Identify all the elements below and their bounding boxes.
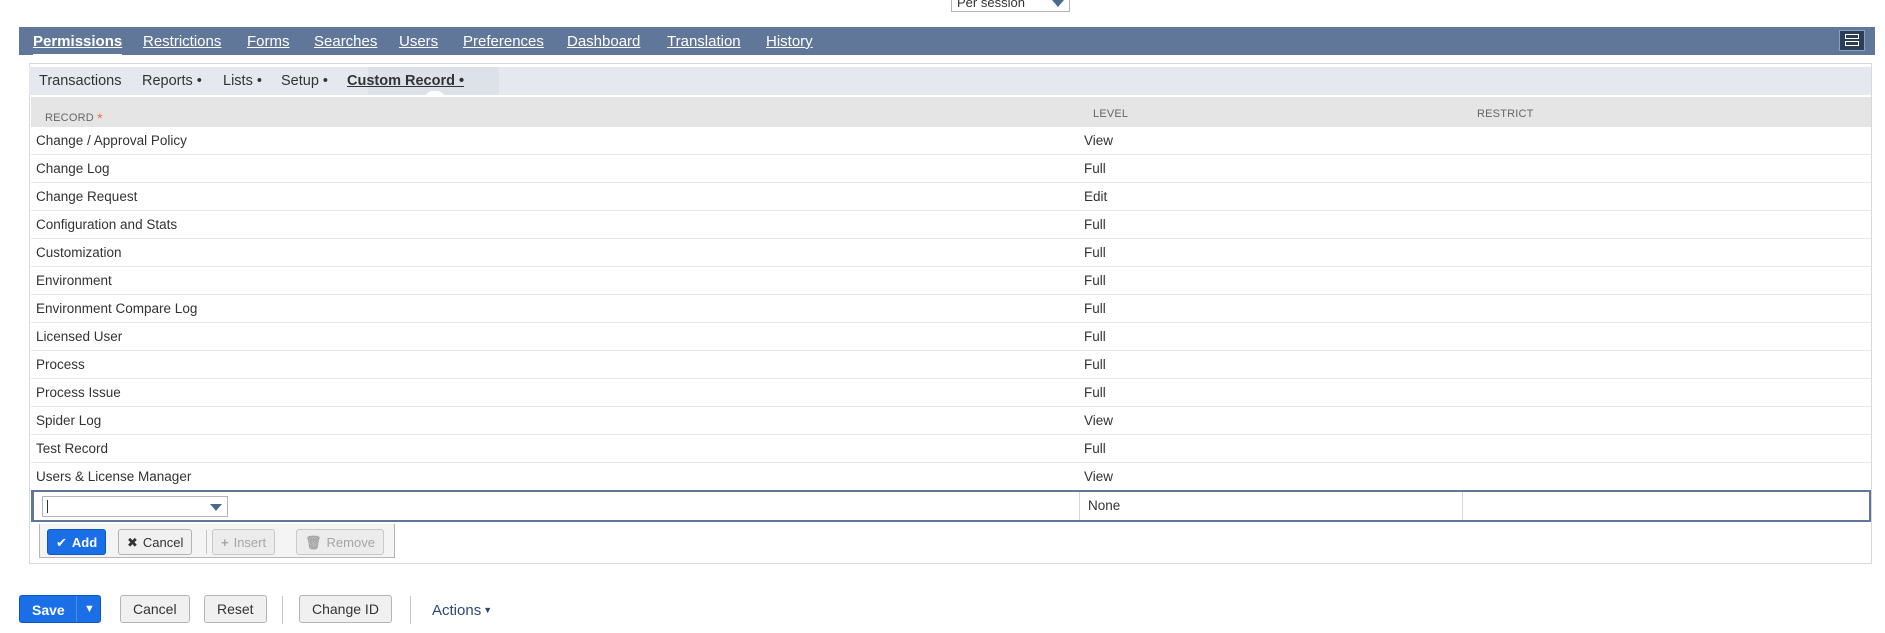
subtab-setup[interactable]: Setup • <box>281 73 328 89</box>
check-icon: ✔ <box>56 535 67 550</box>
button-divider <box>282 596 283 624</box>
table-row[interactable]: Users & License Manager View <box>31 463 1871 491</box>
insert-button[interactable]: + Insert <box>212 529 276 555</box>
record-cell: Customization <box>36 245 122 260</box>
new-line-edit-row: None <box>31 490 1871 522</box>
reset-button[interactable]: Reset <box>204 595 267 623</box>
level-cell: Full <box>1084 161 1106 176</box>
record-cell: Spider Log <box>36 413 102 428</box>
table-row[interactable]: Configuration and Stats Full <box>31 211 1871 239</box>
tab-preferences[interactable]: Preferences <box>463 33 544 50</box>
tab-forms[interactable]: Forms <box>247 33 290 50</box>
level-cell: View <box>1084 413 1114 428</box>
tab-history[interactable]: History <box>766 33 813 50</box>
button-divider <box>410 596 411 624</box>
level-cell: Full <box>1084 329 1106 344</box>
table-row[interactable]: Spider Log View <box>31 407 1871 435</box>
table-row[interactable]: Environment Full <box>31 267 1871 295</box>
subtab-bar: Transactions Reports • Lists • Setup • C… <box>29 67 1871 99</box>
record-cell: Process <box>36 357 85 372</box>
table-row[interactable]: Customization Full <box>31 239 1871 267</box>
level-cell: Full <box>1084 217 1106 232</box>
required-marker: * <box>97 110 103 126</box>
level-select[interactable]: None <box>1088 498 1120 513</box>
plus-icon: + <box>221 535 229 550</box>
column-divider <box>1462 492 1463 520</box>
tab-users[interactable]: Users <box>399 33 438 50</box>
cancel-button[interactable]: Cancel <box>120 595 190 623</box>
machine-button-bar: ✔ Add ✖ Cancel + Insert 🗑 Remove <box>39 524 395 558</box>
actions-menu[interactable]: Actions ▼ <box>432 602 492 619</box>
record-select-input[interactable] <box>42 496 228 517</box>
level-cell: View <box>1084 133 1114 148</box>
record-cell: Change Request <box>36 189 138 204</box>
subtab-transactions[interactable]: Transactions <box>39 73 121 89</box>
session-select[interactable]: Per session <box>951 0 1070 12</box>
level-cell: View <box>1084 469 1114 484</box>
table-row[interactable]: Change Log Full <box>31 155 1871 183</box>
chevron-down-icon <box>1052 0 1064 7</box>
record-cell: Change Log <box>36 161 110 176</box>
record-cell: Environment Compare Log <box>36 301 198 316</box>
tab-translation[interactable]: Translation <box>667 33 741 50</box>
chevron-down-icon: ▼ <box>483 605 493 615</box>
table-row[interactable]: Licensed User Full <box>31 323 1871 351</box>
subtab-lists[interactable]: Lists • <box>223 73 262 89</box>
change-id-button[interactable]: Change ID <box>299 595 392 623</box>
save-button[interactable]: Save ▼ <box>19 595 101 623</box>
level-cell: Edit <box>1084 189 1108 204</box>
level-cell: Full <box>1084 301 1106 316</box>
record-cell: Licensed User <box>36 329 123 344</box>
column-divider <box>1079 492 1080 520</box>
record-cell: Users & License Manager <box>36 469 192 484</box>
subtab-custom-record[interactable]: Custom Record • <box>347 73 464 89</box>
record-cell: Configuration and Stats <box>36 217 178 232</box>
cancel-line-button[interactable]: ✖ Cancel <box>118 529 193 555</box>
session-select-value: Per session <box>957 0 1025 10</box>
level-cell: Full <box>1084 385 1106 400</box>
level-cell: Full <box>1084 441 1106 456</box>
level-cell: Full <box>1084 273 1106 288</box>
table-row[interactable]: Process Full <box>31 351 1871 379</box>
trash-icon: 🗑 <box>305 535 322 550</box>
tab-dashboard[interactable]: Dashboard <box>567 33 640 50</box>
close-icon: ✖ <box>127 535 138 550</box>
column-header-restrict[interactable]: RESTRICT <box>1477 108 1534 120</box>
level-cell: Full <box>1084 357 1106 372</box>
record-cell: Environment <box>36 273 112 288</box>
layout-toggle-icon[interactable] <box>1839 30 1865 51</box>
record-cell: Change / Approval Policy <box>36 133 187 148</box>
table-row[interactable]: Test Record Full <box>31 435 1871 463</box>
column-header-record[interactable]: RECORD * <box>45 108 103 126</box>
table-row[interactable]: Process Issue Full <box>31 379 1871 407</box>
table-row[interactable]: Change Request Edit <box>31 183 1871 211</box>
button-divider <box>206 530 207 554</box>
chevron-down-icon[interactable] <box>210 504 222 511</box>
record-cell: Test Record <box>36 441 109 456</box>
split-divider <box>76 596 77 622</box>
add-button[interactable]: ✔ Add <box>47 529 107 555</box>
subtab-reports[interactable]: Reports • <box>142 73 202 89</box>
grid-header: RECORD * LEVEL RESTRICT <box>31 97 1871 127</box>
table-row[interactable]: Environment Compare Log Full <box>31 295 1871 323</box>
tab-restrictions[interactable]: Restrictions <box>143 33 221 50</box>
column-header-level[interactable]: LEVEL <box>1093 108 1128 120</box>
main-tab-bar: Permissions Restrictions Forms Searches … <box>19 27 1875 57</box>
tab-searches[interactable]: Searches <box>314 33 377 50</box>
text-cursor <box>47 500 48 513</box>
save-dropdown-arrow-icon[interactable]: ▼ <box>84 603 95 615</box>
tab-permissions[interactable]: Permissions <box>33 33 123 57</box>
remove-button[interactable]: 🗑 Remove <box>296 529 384 555</box>
level-cell: Full <box>1084 245 1106 260</box>
table-row[interactable]: Change / Approval Policy View <box>31 127 1871 155</box>
record-cell: Process Issue <box>36 385 121 400</box>
